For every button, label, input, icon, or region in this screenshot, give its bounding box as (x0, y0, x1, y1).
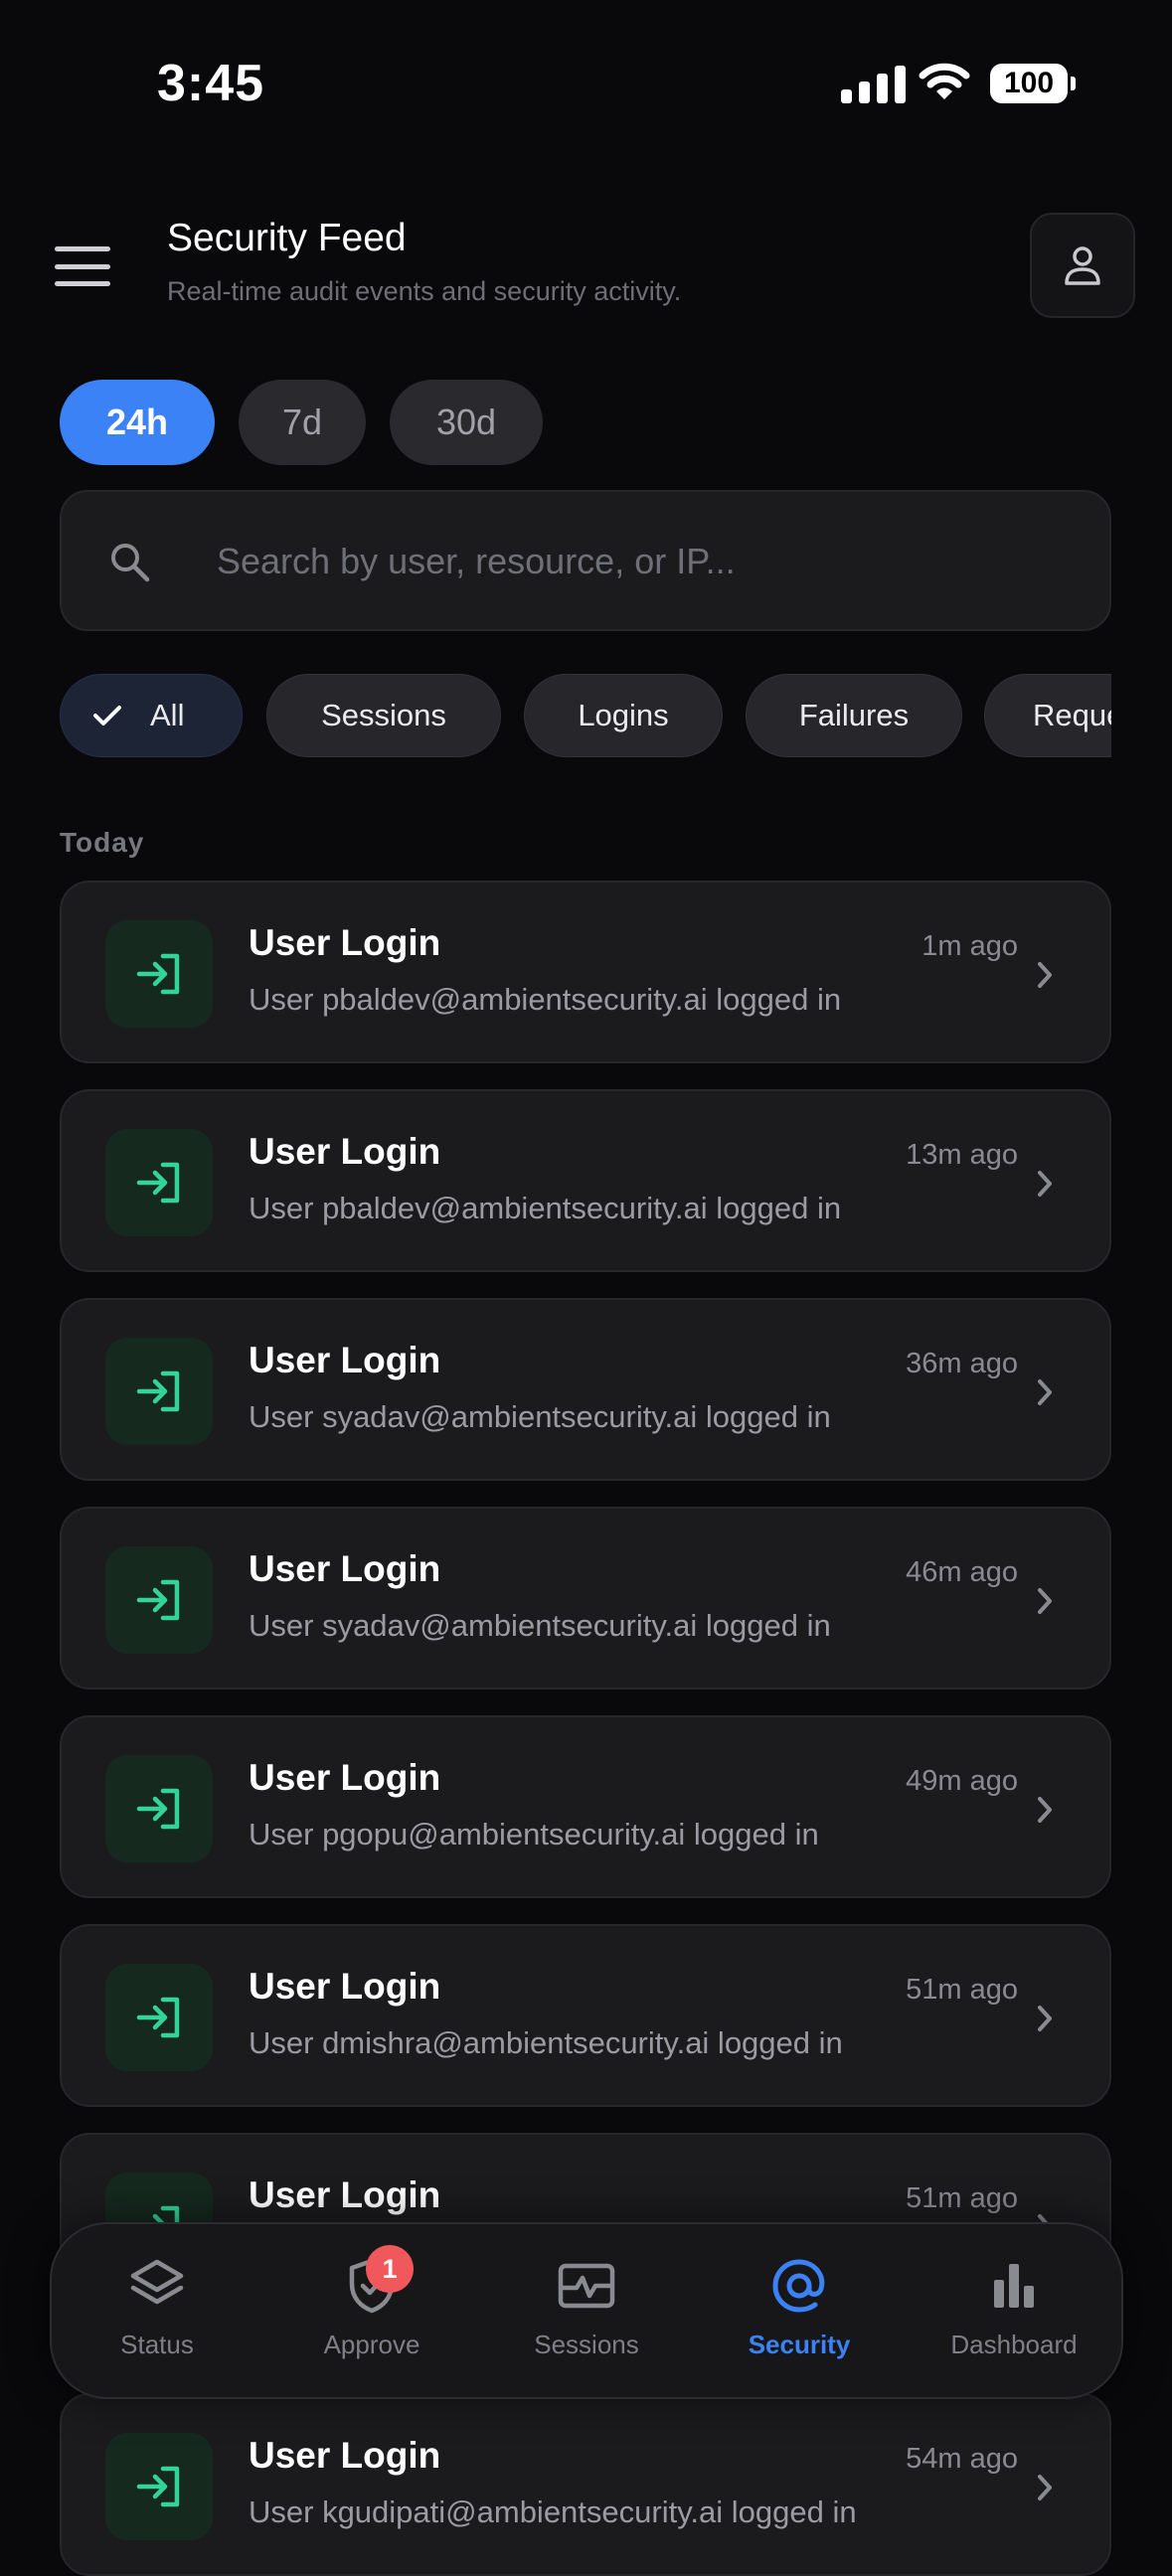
page-subtitle: Real-time audit events and security acti… (167, 276, 682, 306)
tab-sessions[interactable]: Sessions (487, 2256, 686, 2360)
range-24h-button[interactable]: 24h (60, 380, 215, 465)
chevron-right-icon (1036, 1169, 1054, 1204)
login-icon (105, 1338, 213, 1445)
chevron-right-icon (1036, 1377, 1054, 1412)
tab-label: Security (748, 2330, 851, 2359)
event-title: User Login (249, 2174, 441, 2215)
chevron-right-icon (1036, 1586, 1054, 1621)
wifi-icon (919, 62, 970, 106)
filter-chip-row[interactable]: All Sessions Logins Failures Requests (60, 674, 1111, 759)
section-label-today: Today (60, 827, 145, 858)
event-description: User pbaldev@ambientsecurity.ai logged i… (249, 982, 842, 1017)
event-time: 51m ago (906, 2182, 1018, 2214)
event-time: 49m ago (906, 1765, 1018, 1797)
event-title: User Login (249, 922, 441, 963)
chevron-right-icon (1036, 2473, 1054, 2507)
event-title: User Login (249, 1966, 441, 2007)
event-title: User Login (249, 1131, 441, 1172)
login-icon (105, 1964, 213, 2071)
search-input[interactable] (215, 535, 1074, 588)
login-icon (105, 1546, 213, 1654)
bar-chart-icon (994, 2264, 1034, 2308)
event-card[interactable]: User Login 51m ago User dmishra@ambientsec… (60, 1924, 1111, 2107)
event-title: User Login (249, 1757, 441, 1798)
event-title: User Login (249, 1340, 441, 1380)
event-time: 46m ago (906, 1556, 1018, 1588)
event-time: 51m ago (906, 1974, 1018, 2006)
event-card[interactable]: User Login 49m ago User pgopu@ambientsecur… (60, 1715, 1111, 1898)
layers-icon (130, 2259, 184, 2305)
event-description: User syadav@ambientsecurity.ai logged in (249, 1399, 831, 1434)
event-description: User dmishra@ambientsecurity.ai logged i… (249, 2025, 843, 2060)
filter-chip-all[interactable]: All (60, 674, 243, 757)
profile-button[interactable] (1030, 213, 1135, 318)
login-icon (105, 2433, 213, 2540)
event-time: 13m ago (906, 1139, 1018, 1171)
page-title: Security Feed (167, 217, 407, 259)
event-card[interactable]: User Login 46m ago User syadav@ambientsecu… (60, 1507, 1111, 1690)
event-time: 36m ago (906, 1348, 1018, 1379)
event-card[interactable]: User Login 1m ago User pbaldev@ambientsecu… (60, 881, 1111, 1063)
range-7d-button[interactable]: 7d (239, 380, 366, 465)
approve-badge: 1 (366, 2245, 414, 2293)
battery-indicator: 100 (990, 64, 1068, 103)
battery-tip (1071, 77, 1076, 90)
checkmark-icon (92, 704, 122, 727)
event-time: 54m ago (906, 2443, 1018, 2475)
event-title: User Login (249, 2435, 441, 2476)
event-time: 1m ago (921, 930, 1018, 962)
status-time: 3:45 (157, 55, 265, 112)
tab-label: Status (120, 2330, 194, 2359)
filter-chip-sessions[interactable]: Sessions (266, 674, 501, 757)
event-description: User syadav@ambientsecurity.ai logged in (249, 1608, 831, 1643)
cellular-signal-icon (841, 66, 906, 103)
login-icon (105, 920, 213, 1028)
login-icon (105, 1755, 213, 1862)
chevron-right-icon (1036, 1795, 1054, 1830)
filter-chip-logins[interactable]: Logins (524, 674, 723, 757)
event-title: User Login (249, 1548, 441, 1589)
event-card[interactable]: User Login 36m ago User syadav@ambientsecu… (60, 1298, 1111, 1481)
range-30d-button[interactable]: 30d (390, 380, 543, 465)
tab-status[interactable]: Status (58, 2256, 256, 2360)
event-description: User pgopu@ambientsecurity.ai logged in (249, 1817, 819, 1852)
filter-chip-requests[interactable]: Requests (984, 674, 1111, 757)
tab-security[interactable]: Security (700, 2256, 899, 2360)
activity-icon (558, 2263, 615, 2309)
at-sign-icon (772, 2259, 825, 2313)
hamburger-menu-icon[interactable] (55, 246, 110, 286)
event-card[interactable]: User Login 13m ago User pbaldev@ambientsec… (60, 1089, 1111, 1272)
event-card[interactable]: User Login 54m ago User kgudipati@ambients… (60, 2393, 1111, 2576)
tab-dashboard[interactable]: Dashboard (915, 2256, 1113, 2360)
login-icon (105, 1129, 213, 1236)
event-description: User pbaldev@ambientsecurity.ai logged i… (249, 1191, 842, 1225)
chevron-right-icon (1036, 960, 1054, 995)
tab-label: Sessions (534, 2330, 639, 2359)
tab-label: Dashboard (950, 2330, 1078, 2359)
user-icon (1065, 246, 1100, 285)
tab-label: Approve (323, 2330, 420, 2359)
filter-chip-failures[interactable]: Failures (746, 674, 962, 757)
chevron-right-icon (1036, 2004, 1054, 2038)
filter-chip-label: All (150, 698, 185, 732)
event-description: User kgudipati@ambientsecurity.ai logged… (249, 2495, 857, 2529)
search-icon (107, 540, 153, 590)
